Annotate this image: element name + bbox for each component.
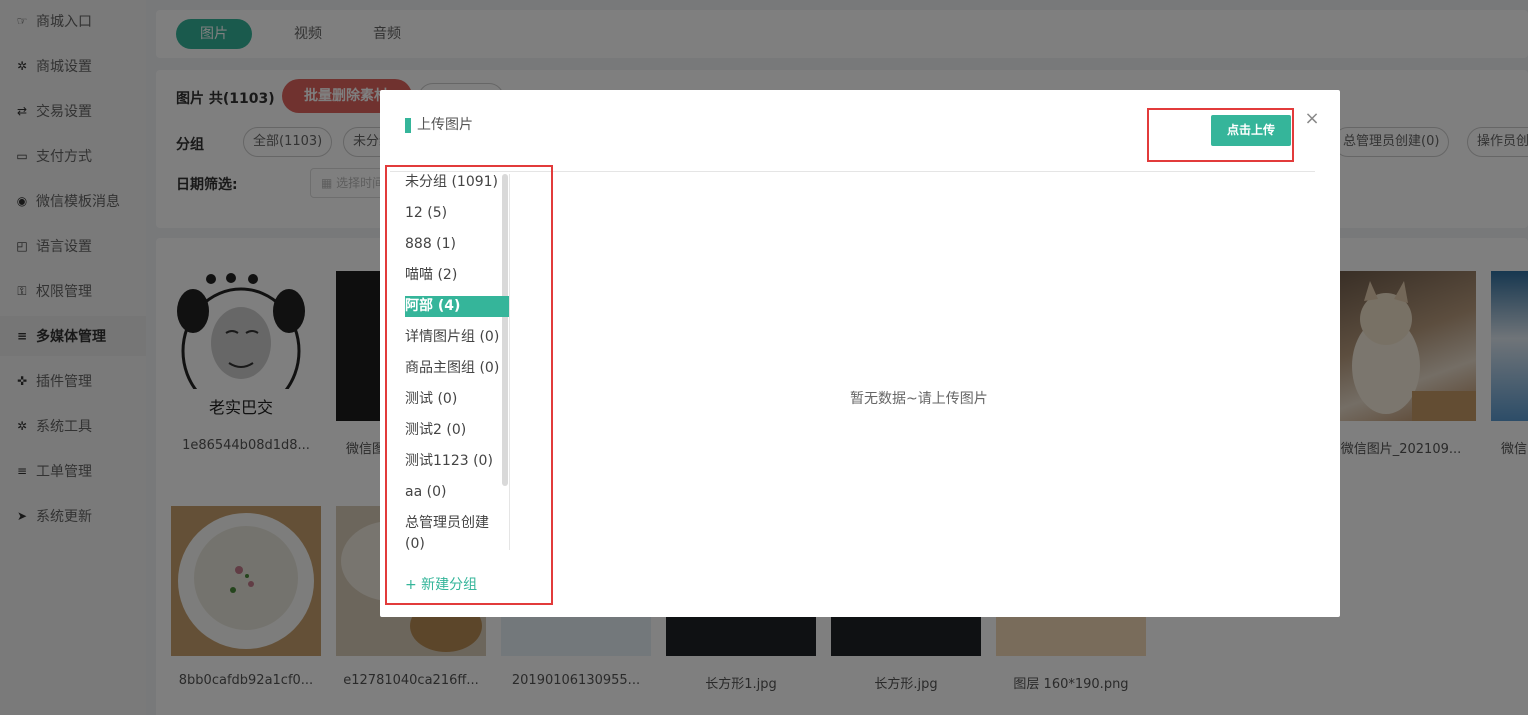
group-item[interactable]: aa (0) [405, 482, 509, 503]
group-item-count[interactable]: (0) [405, 534, 509, 555]
new-group-button[interactable]: + 新建分组 [405, 574, 477, 594]
group-item[interactable]: 12 (5) [405, 203, 509, 224]
group-list: 未分组 (1091) 12 (5) 888 (1) 喵喵 (2) 阿部 (4) … [388, 168, 550, 608]
group-item[interactable]: 未分组 (1091) [405, 172, 509, 193]
group-list-scroll-track [509, 174, 510, 550]
group-item-selected[interactable]: 阿部 (4) [405, 296, 509, 317]
group-item[interactable]: 商品主图组 (0) [405, 358, 509, 379]
empty-state-text: 暂无数据~请上传图片 [850, 391, 988, 407]
group-item[interactable]: 喵喵 (2) [405, 265, 509, 286]
group-item[interactable]: 测试1123 (0) [405, 451, 509, 472]
upload-button[interactable]: 点击上传 [1211, 115, 1291, 146]
modal-title-text: 上传图片 [417, 117, 473, 133]
group-item[interactable]: 测试 (0) [405, 389, 509, 410]
modal-title: 上传图片 [405, 118, 473, 133]
group-item[interactable]: 测试2 (0) [405, 420, 509, 441]
group-item[interactable]: 总管理员创建 [405, 513, 509, 534]
group-item[interactable]: 详情图片组 (0) [405, 327, 509, 348]
group-item[interactable]: 888 (1) [405, 234, 509, 255]
upload-image-modal: 上传图片 点击上传 × 未分组 (1091) 12 (5) 888 (1) 喵喵… [380, 90, 1340, 617]
close-icon[interactable]: × [1304, 110, 1320, 128]
